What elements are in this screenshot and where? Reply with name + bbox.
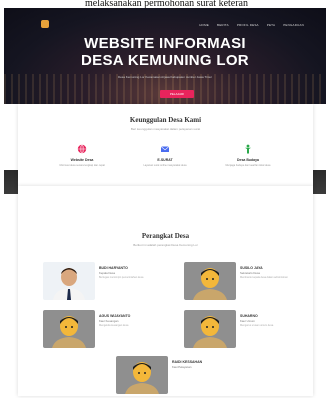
feature-title: Website Desa [70,158,94,162]
site-logo[interactable] [41,20,49,28]
feature-esurat: E-SURAT Layanan surat online masyarakat … [125,144,205,167]
staff-desc: Mengurus urusan umum desa [240,324,274,327]
staff-member: AGUS WIJAYANTO Kaur Keuangan Mengelola k… [43,310,183,350]
features-card: Keunggulan Desa Kami Beri keunggulan mas… [18,104,313,190]
staff-name: SUHARNO [240,314,258,318]
avatar [184,310,236,348]
staff-desc: Membantu kepala desa dalam administrasi [240,276,288,279]
staff-name: RAIDI KESSAHAN [172,360,203,364]
staff-name: AGUS WIJAYANTO [99,314,131,318]
staff-role: Kasi Pelayanan [172,365,192,369]
staff-member: RAIDI KESSAHAN Kasi Pelayanan [116,356,256,396]
nav-item-peta[interactable]: PETA [267,23,275,27]
avatar [116,356,168,394]
nav-item-pengaduan[interactable]: PENGADUAN [283,23,304,27]
staff-card: Perangkat Desa Berikut ini adalah perang… [18,186,313,396]
feature-title: E-SURAT [157,158,173,162]
staff-subtitle: Berikut ini adalah perangkat Desa Kemuni… [133,243,198,247]
avatar [184,262,236,300]
feature-desc: Menjaga budaya dan kearifan lokal desa [225,164,271,167]
staff-title: Perangkat Desa [141,232,190,240]
staff-member: BUDI HARYANTO Kepala Desa Bertugas memim… [43,262,183,302]
feature-title: Desa Budaya [237,158,259,162]
staff-role: Kaur Keuangan [99,319,119,323]
globe-icon [77,144,87,154]
hero-title-line1: WEBSITE INFORMASI [84,35,246,52]
staff-role: Sekretaris Desa [240,271,260,275]
hero-cta-button[interactable]: PELAJARI [160,90,194,98]
nav-item-berita[interactable]: BERITA [217,23,229,27]
hero-banner: HOME BERITA PROFIL DESA PETA PENGADUAN W… [4,8,326,104]
features-title: Keunggulan Desa Kami [129,116,202,124]
mail-icon [160,146,170,152]
hero-title-line2: DESA KEMUNING LOR [81,52,249,69]
staff-role: Kepala Desa [99,271,116,275]
top-nav: HOME BERITA PROFIL DESA PETA PENGADUAN [199,23,304,27]
features-subtitle: Beri keunggulan masyarakat dalam pelayan… [130,127,201,131]
feature-desc: Layanan surat online masyarakat desa [143,164,187,167]
nav-item-profil[interactable]: PROFIL DESA [237,23,259,27]
staff-desc: Bertugas memimpin pemerintahan desa [99,276,144,279]
staff-member: SUHARNO Kaur Umum Mengurus urusan umum d… [184,310,324,350]
feature-budaya: Desa Budaya Menjaga budaya dan kearifan … [208,144,288,167]
avatar [43,262,95,300]
hero-subtitle: Desa Kemuning Lor Kecamatan Arjasa Kabup… [117,75,213,79]
figure-icon [245,144,251,154]
avatar [43,310,95,348]
nav-item-home[interactable]: HOME [199,23,209,27]
staff-name: SUSILO JAYA [240,266,263,270]
feature-website: Website Desa Informasi desa secara lengk… [42,144,122,167]
staff-name: BUDI HARYANTO [99,266,128,270]
feature-desc: Informasi desa secara lengkap dan cepat [59,164,105,167]
staff-role: Kaur Umum [240,319,255,323]
staff-member: SUSILO JAYA Sekretaris Desa Membantu kep… [184,262,324,302]
staff-desc: Mengelola keuangan desa [99,324,129,327]
